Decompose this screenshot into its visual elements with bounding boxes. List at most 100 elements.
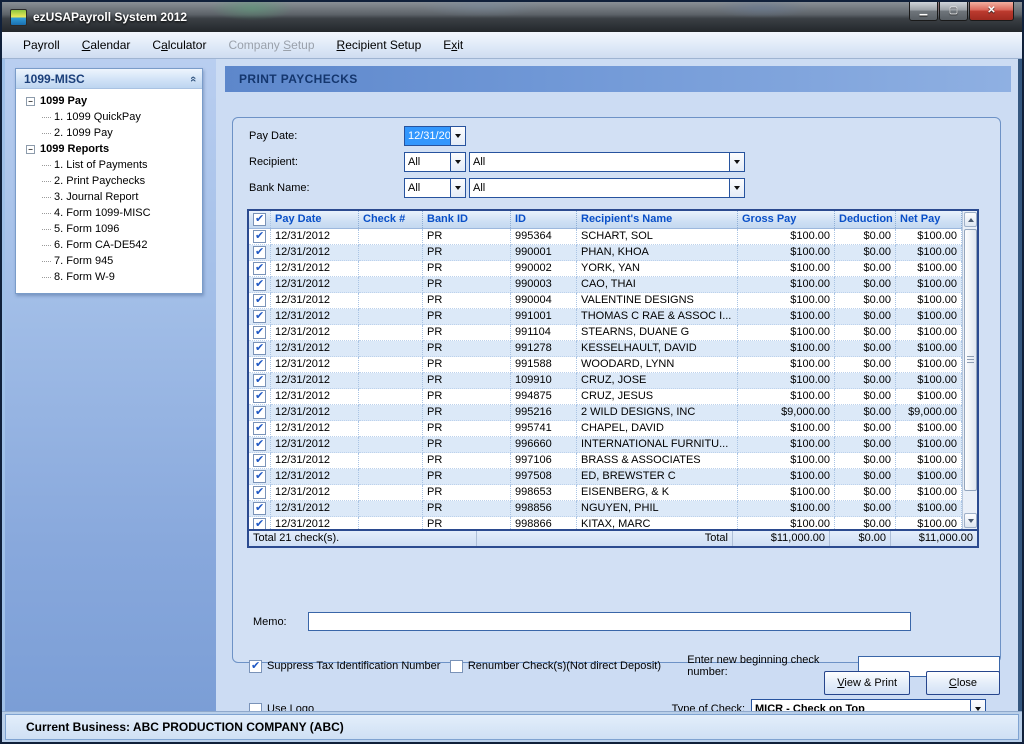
chevron-down-icon[interactable] bbox=[970, 700, 985, 711]
use-logo-checkbox[interactable] bbox=[249, 703, 262, 712]
close-button[interactable]: Close bbox=[926, 671, 1000, 695]
bank-combo[interactable]: All bbox=[469, 178, 745, 198]
column-header-gross-pay[interactable]: Gross Pay bbox=[738, 211, 835, 228]
menu-item-calendar[interactable]: Calendar bbox=[71, 35, 142, 55]
recipient-filter-combo[interactable]: All bbox=[404, 152, 466, 172]
table-row[interactable]: 12/31/2012PR990001PHAN, KHOA$100.00$0.00… bbox=[249, 245, 962, 261]
column-header-recipient-s-name[interactable]: Recipient's Name bbox=[577, 211, 738, 228]
title-bar[interactable]: ezUSAPayroll System 2012 ▁ ▢ ✕ bbox=[2, 2, 1022, 32]
row-checkbox[interactable] bbox=[249, 405, 271, 421]
row-checkbox[interactable] bbox=[249, 421, 271, 437]
renumber-option[interactable]: Renumber Check(s)(Not direct Deposit) bbox=[450, 660, 671, 673]
table-row[interactable]: 12/31/2012PR995364SCHART, SOL$100.00$0.0… bbox=[249, 229, 962, 245]
row-checkbox[interactable] bbox=[249, 373, 271, 389]
row-checkbox[interactable] bbox=[249, 517, 271, 529]
view-print-button[interactable]: View & Print bbox=[824, 671, 910, 695]
table-row[interactable]: 12/31/2012PR996660INTERNATIONAL FURNITU.… bbox=[249, 437, 962, 453]
cell-bank-id: PR bbox=[423, 469, 511, 485]
row-checkbox[interactable] bbox=[249, 469, 271, 485]
scroll-down-icon[interactable] bbox=[964, 513, 977, 528]
row-checkbox[interactable] bbox=[249, 261, 271, 277]
row-checkbox[interactable] bbox=[249, 453, 271, 469]
scrollbar-thumb[interactable] bbox=[964, 229, 977, 491]
collapse-chevrons-icon[interactable]: « bbox=[187, 75, 199, 81]
menu-item-recipient-setup[interactable]: Recipient Setup bbox=[326, 35, 433, 55]
column-header-pay-date[interactable]: Pay Date bbox=[271, 211, 359, 228]
maximize-button[interactable]: ▢ bbox=[939, 2, 968, 21]
bank-filter-combo[interactable]: All bbox=[404, 178, 466, 198]
menu-item-exit[interactable]: Exit bbox=[432, 35, 474, 55]
renumber-checkbox[interactable] bbox=[450, 660, 463, 673]
type-of-check-combo[interactable]: MICR - Check on Top bbox=[751, 699, 986, 711]
table-row[interactable]: 12/31/2012PR991001THOMAS C RAE & ASSOC I… bbox=[249, 309, 962, 325]
tree-item-3-journal-report[interactable]: 3. Journal Report bbox=[40, 189, 200, 205]
tree-item-6-form-ca-de542[interactable]: 6. Form CA-DE542 bbox=[40, 237, 200, 253]
table-header-row: Pay DateCheck #Bank IDIDRecipient's Name… bbox=[249, 211, 962, 229]
tree-item-1-1099-quickpay[interactable]: 1. 1099 QuickPay bbox=[40, 109, 200, 125]
tree-item-2-print-paychecks[interactable]: 2. Print Paychecks bbox=[40, 173, 200, 189]
table-row[interactable]: 12/31/2012PR991104STEARNS, DUANE G$100.0… bbox=[249, 325, 962, 341]
tree-item-8-form-w-9[interactable]: 8. Form W-9 bbox=[40, 269, 200, 285]
row-checkbox[interactable] bbox=[249, 277, 271, 293]
row-checkbox[interactable] bbox=[249, 309, 271, 325]
table-row[interactable]: 12/31/2012PR998653EISENBERG, & K$100.00$… bbox=[249, 485, 962, 501]
tree-item-7-form-945[interactable]: 7. Form 945 bbox=[40, 253, 200, 269]
table-row[interactable]: 12/31/2012PR991588WOODARD, LYNN$100.00$0… bbox=[249, 357, 962, 373]
tree-section-1099-reports[interactable]: −1099 Reports bbox=[22, 141, 200, 157]
table-row[interactable]: 12/31/2012PR994875CRUZ, JESUS$100.00$0.0… bbox=[249, 389, 962, 405]
row-checkbox[interactable] bbox=[249, 325, 271, 341]
chevron-down-icon[interactable] bbox=[450, 127, 465, 145]
row-checkbox[interactable] bbox=[249, 437, 271, 453]
chevron-down-icon[interactable] bbox=[450, 153, 465, 171]
chevron-down-icon[interactable] bbox=[729, 179, 744, 197]
close-window-button[interactable]: ✕ bbox=[969, 2, 1014, 21]
table-row[interactable]: 12/31/2012PR997106BRASS & ASSOCIATES$100… bbox=[249, 453, 962, 469]
suppress-tin-checkbox[interactable] bbox=[249, 660, 262, 673]
menu-item-payroll[interactable]: Payroll bbox=[12, 35, 71, 55]
row-checkbox[interactable] bbox=[249, 245, 271, 261]
table-row[interactable]: 12/31/2012PR998856NGUYEN, PHIL$100.00$0.… bbox=[249, 501, 962, 517]
collapse-expander-icon[interactable]: − bbox=[26, 97, 35, 106]
pay-date-combo[interactable]: 12/31/2012 bbox=[404, 126, 466, 146]
chevron-down-icon[interactable] bbox=[450, 179, 465, 197]
table-row[interactable]: 12/31/2012PR998866KITAX, MARC$100.00$0.0… bbox=[249, 517, 962, 529]
table-row[interactable]: 12/31/2012PR9952162 WILD DESIGNS, INC$9,… bbox=[249, 405, 962, 421]
select-all-checkbox[interactable] bbox=[249, 211, 271, 228]
tree-section-1099-pay[interactable]: −1099 Pay bbox=[22, 93, 200, 109]
table-row[interactable]: 12/31/2012PR990004VALENTINE DESIGNS$100.… bbox=[249, 293, 962, 309]
tree-item-2-1099-pay[interactable]: 2. 1099 Pay bbox=[40, 125, 200, 141]
renumber-label: Renumber Check(s)(Not direct Deposit) bbox=[468, 660, 661, 672]
cell-check- bbox=[359, 245, 423, 261]
row-checkbox[interactable] bbox=[249, 229, 271, 245]
column-header-net-pay[interactable]: Net Pay bbox=[896, 211, 962, 228]
collapse-expander-icon[interactable]: − bbox=[26, 145, 35, 154]
column-header-deduction[interactable]: Deduction bbox=[835, 211, 896, 228]
vertical-scrollbar[interactable] bbox=[962, 211, 977, 529]
suppress-tin-option[interactable]: Suppress Tax Identification Number bbox=[249, 660, 450, 673]
tree-item-5-form-1096[interactable]: 5. Form 1096 bbox=[40, 221, 200, 237]
row-checkbox[interactable] bbox=[249, 501, 271, 517]
table-row[interactable]: 12/31/2012PR109910CRUZ, JOSE$100.00$0.00… bbox=[249, 373, 962, 389]
recipient-combo[interactable]: All bbox=[469, 152, 745, 172]
use-logo-option[interactable]: Use Logo bbox=[249, 703, 314, 712]
table-row[interactable]: 12/31/2012PR990002YORK, YAN$100.00$0.00$… bbox=[249, 261, 962, 277]
column-header-id[interactable]: ID bbox=[511, 211, 577, 228]
row-checkbox[interactable] bbox=[249, 357, 271, 373]
tree-item-1-list-of-payments[interactable]: 1. List of Payments bbox=[40, 157, 200, 173]
table-row[interactable]: 12/31/2012PR995741CHAPEL, DAVID$100.00$0… bbox=[249, 421, 962, 437]
row-checkbox[interactable] bbox=[249, 293, 271, 309]
minimize-button[interactable]: ▁ bbox=[909, 2, 938, 21]
table-row[interactable]: 12/31/2012PR997508ED, BREWSTER C$100.00$… bbox=[249, 469, 962, 485]
memo-input[interactable] bbox=[308, 612, 911, 631]
menu-item-calculator[interactable]: Calculator bbox=[141, 35, 217, 55]
table-row[interactable]: 12/31/2012PR990003CAO, THAI$100.00$0.00$… bbox=[249, 277, 962, 293]
row-checkbox[interactable] bbox=[249, 485, 271, 501]
chevron-down-icon[interactable] bbox=[729, 153, 744, 171]
tree-item-4-form-1099-misc[interactable]: 4. Form 1099-MISC bbox=[40, 205, 200, 221]
row-checkbox[interactable] bbox=[249, 341, 271, 357]
table-row[interactable]: 12/31/2012PR991278KESSELHAULT, DAVID$100… bbox=[249, 341, 962, 357]
column-header-bank-id[interactable]: Bank ID bbox=[423, 211, 511, 228]
scroll-up-icon[interactable] bbox=[964, 212, 977, 227]
row-checkbox[interactable] bbox=[249, 389, 271, 405]
column-header-check-[interactable]: Check # bbox=[359, 211, 423, 228]
